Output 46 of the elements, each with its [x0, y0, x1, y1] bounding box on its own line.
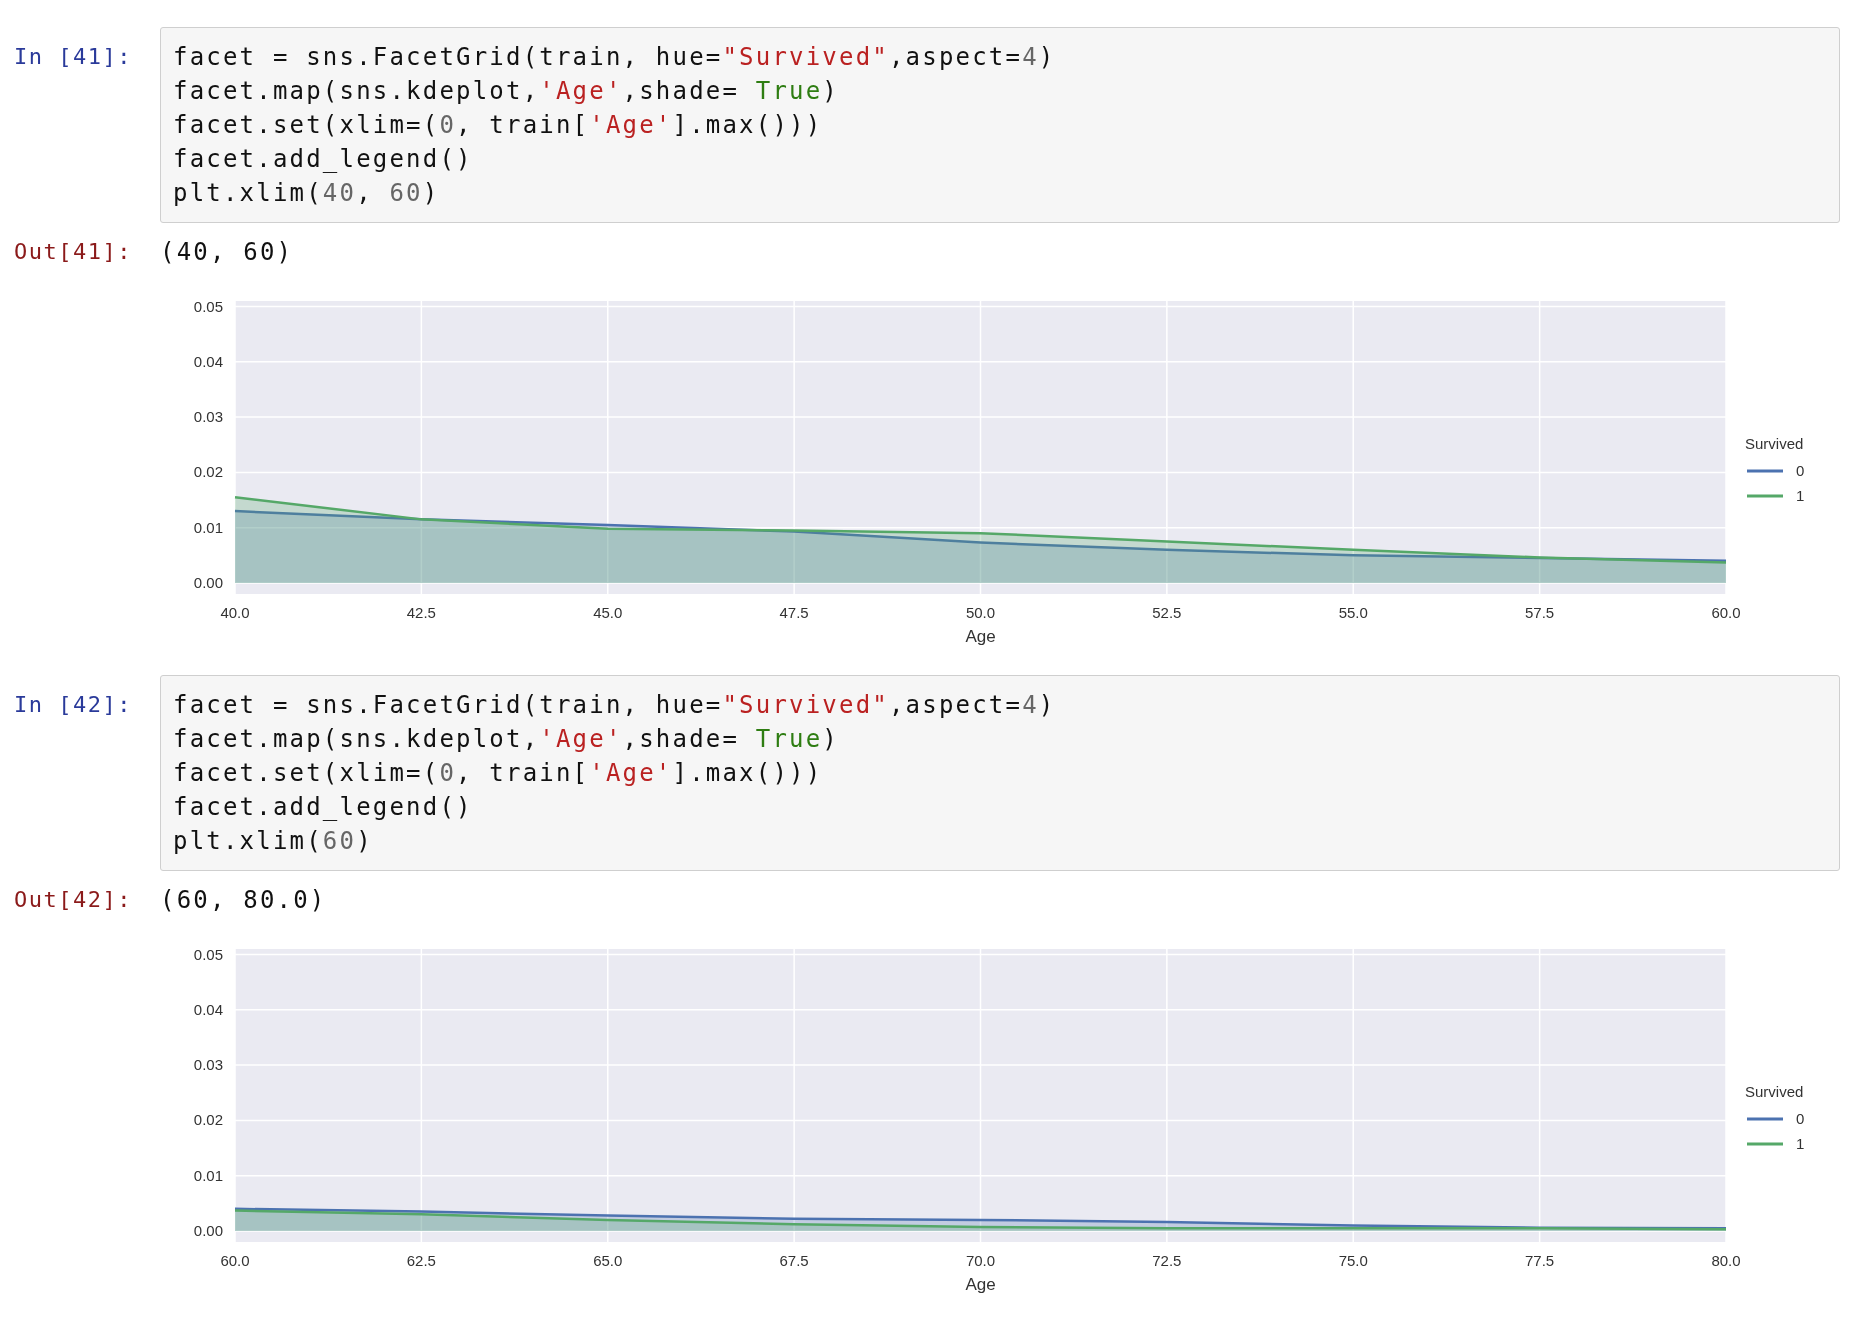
x-tick-label: 62.5	[406, 1252, 436, 1269]
input-prompt: In [42]:	[14, 692, 132, 717]
x-tick-label: 42.5	[406, 604, 436, 621]
x-axis-label: Age	[965, 627, 996, 646]
x-tick-label: 70.0	[965, 1252, 996, 1269]
y-tick-label: 0.03	[193, 408, 223, 426]
x-tick-label: 80.0	[1711, 1252, 1741, 1269]
x-tick-label: 47.5	[779, 604, 809, 621]
y-tick-label: 0.01	[193, 1166, 223, 1184]
input-prompt: In [41]:	[14, 44, 132, 69]
legend-title: Survived	[1745, 435, 1804, 452]
x-tick-label: 40.0	[220, 604, 250, 621]
y-tick-label: 0.02	[193, 1111, 223, 1129]
y-tick-label: 0.00	[193, 1221, 223, 1239]
x-tick-label: 60.0	[220, 1252, 250, 1269]
x-tick-label: 55.0	[1338, 604, 1368, 621]
x-tick-label: 50.0	[965, 604, 996, 621]
y-tick-label: 0.05	[193, 945, 223, 963]
output-text: (60, 80.0)	[160, 885, 327, 916]
code-editor[interactable]: facet = sns.FacetGrid(train, hue="Survived",aspect=4) facet.map(sns.kdeplot,'Age',shade= True) facet.set(xlim=(0, train['Age'].max())) facet.add_legend() plt.xlim(60)	[160, 675, 1840, 871]
x-tick-label: 60.0	[1711, 604, 1741, 621]
y-tick-label: 0.01	[193, 518, 223, 536]
x-tick-label: 65.0	[593, 1252, 623, 1269]
y-tick-label: 0.04	[193, 1000, 223, 1018]
output-prompt: Out[42]:	[14, 887, 132, 912]
y-tick-label: 0.02	[193, 463, 223, 481]
y-tick-label: 0.04	[193, 352, 223, 370]
legend-label: 1	[1796, 487, 1805, 504]
code-editor[interactable]: facet = sns.FacetGrid(train, hue="Survived",aspect=4) facet.map(sns.kdeplot,'Age',shade= True) facet.set(xlim=(0, train['Age'].max())) facet.add_legend() plt.xlim(40, 60)	[160, 27, 1840, 223]
output-prompt: Out[41]:	[14, 239, 132, 264]
legend-label: 0	[1796, 462, 1805, 479]
y-tick-label: 0.00	[193, 573, 223, 591]
x-tick-label: 72.5	[1152, 1252, 1182, 1269]
legend-title: Survived	[1745, 1083, 1804, 1100]
y-tick-label: 0.05	[193, 297, 223, 315]
x-tick-label: 52.5	[1152, 604, 1182, 621]
legend-label: 1	[1796, 1135, 1805, 1152]
x-tick-label: 75.0	[1338, 1252, 1368, 1269]
x-tick-label: 77.5	[1525, 1252, 1555, 1269]
y-tick-label: 0.03	[193, 1056, 223, 1074]
x-axis-label: Age	[965, 1275, 996, 1294]
x-tick-label: 67.5	[779, 1252, 809, 1269]
x-tick-label: 45.0	[593, 604, 623, 621]
output-text: (40, 60)	[160, 237, 294, 268]
x-tick-label: 57.5	[1525, 604, 1555, 621]
legend-label: 0	[1796, 1110, 1805, 1127]
